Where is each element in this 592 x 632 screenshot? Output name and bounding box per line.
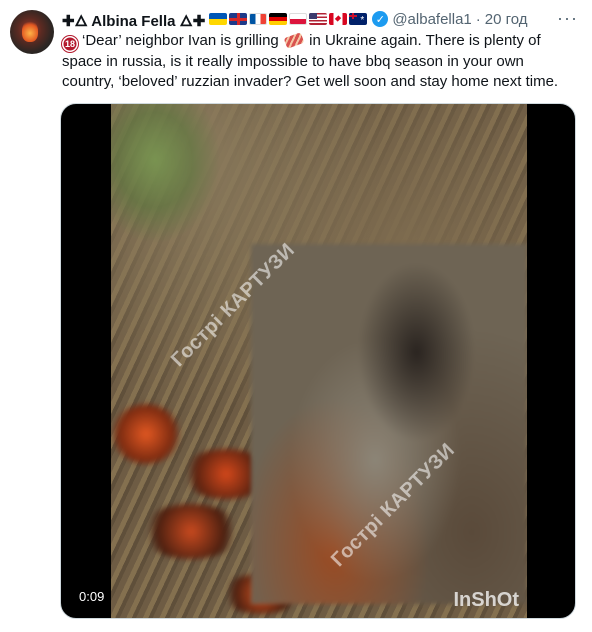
uk-flag-icon (229, 13, 248, 25)
canada-flag-icon (329, 13, 348, 25)
author-avatar[interactable] (10, 10, 54, 54)
australia-flag-icon (349, 13, 368, 25)
video-greenery (111, 104, 221, 244)
tweet-header: ✚🜂 Albina Fella 🜂✚ ✓ @albafella1 · 20 го… (62, 9, 582, 30)
author-handle[interactable]: @albafella1 (392, 11, 471, 28)
app-watermark: InShOt (453, 589, 519, 611)
tweet-time[interactable]: 20 год (485, 11, 528, 28)
bacon-icon (283, 32, 305, 49)
18-plus-icon: 18 (62, 36, 78, 52)
usa-flag-icon (309, 13, 328, 25)
poland-flag-icon (289, 13, 308, 25)
flag-list (209, 13, 368, 25)
germany-flag-icon (269, 13, 288, 25)
more-icon[interactable]: ··· (557, 9, 578, 27)
video-player[interactable]: Гострі КАРТУЗИ Гострі КАРТУЗИ InShOt 0:0… (60, 103, 576, 619)
video-fire (111, 404, 181, 464)
video-fire (141, 504, 241, 559)
video-frame[interactable]: Гострі КАРТУЗИ Гострі КАРТУЗИ InShOt (111, 104, 527, 618)
avatar-flame (22, 20, 38, 42)
verified-icon: ✓ (372, 11, 389, 27)
ukraine-flag-icon (209, 13, 228, 25)
tweet-text-part1: ‘Dear’ neighbor Ivan is grilling (82, 32, 279, 49)
tweet-text: 18 ‘Dear’ neighbor Ivan is grilling in Uk… (62, 31, 578, 92)
separator-dot: · (475, 10, 481, 28)
france-flag-icon (249, 13, 268, 25)
author-name[interactable]: ✚🜂 Albina Fella 🜂✚ (62, 4, 205, 35)
censor-blur (251, 244, 527, 604)
video-duration: 0:09 (73, 587, 111, 606)
